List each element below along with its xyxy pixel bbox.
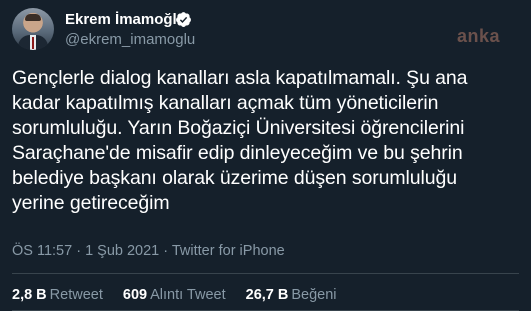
avatar-tie [32,37,34,49]
anka-watermark-logo: anka [457,26,501,46]
avatar-hair [25,14,41,21]
display-name[interactable]: Ekrem İmamoğlu [65,11,186,29]
divider [12,273,519,274]
handle[interactable]: @ekrem_imamoglu [65,31,195,49]
tweet-text-line: kadar kapatılmış kanalları açmak tüm yön… [12,92,439,114]
tweet-text-line: Saraçhane'de misafir edip dinleyeceğim v… [12,142,463,164]
tweet-text-line: yerine getireceğim [12,192,170,214]
tweet-text-line: belediye başkanı olarak üzerime düşen so… [12,167,457,189]
tweet-text: Gençlerle dialog kanalları asla kapatılm… [12,66,517,216]
like-count: 26,7 B [245,287,289,303]
verified-badge-icon [176,12,191,27]
quote-count: 609 [122,287,148,303]
tweet-text-line: sorumluluğu. Yarın Boğaziçi Üniversitesi… [12,117,465,139]
tweet-card: Ekrem İmamoğlu @ekrem_imamoglu anka Genç… [0,0,531,311]
engagement-stats: 2,8 B Retweet 609 Alıntı Tweet 26,7 B Beğen… [12,286,353,304]
retweet-label: Retweet [49,287,103,303]
like-label: Beğeni [291,287,337,303]
tweet-text-line: Gençlerle dialog kanalları asla kapatılm… [12,67,468,89]
retweet-count: 2,8 B [12,287,47,303]
tweet-timestamp[interactable]: ÖS 11:57 · 1 Şub 2021 · Twitter for iPho… [12,242,285,260]
quote-label: Alıntı Tweet [150,287,226,303]
like-count-link[interactable]: 26,7 B Beğeni [246,286,337,304]
quote-count-link[interactable]: 609 Alıntı Tweet [123,286,226,304]
retweet-count-link[interactable]: 2,8 B Retweet [12,286,103,304]
avatar[interactable] [12,8,54,50]
